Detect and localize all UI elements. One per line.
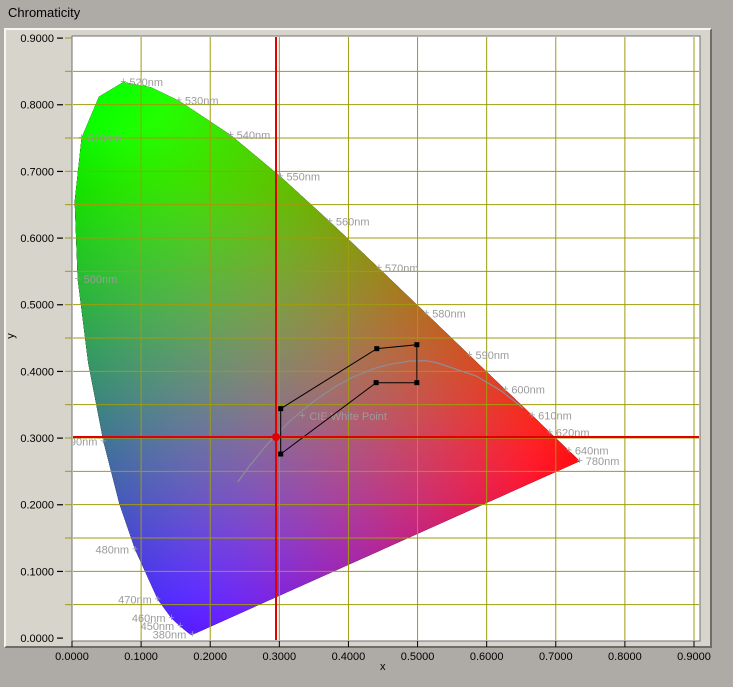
bin-vertex-marker xyxy=(374,346,379,351)
x-tick-label: 0.8000 xyxy=(608,651,642,663)
wavelength-marker-icon: + xyxy=(577,455,583,467)
y-tick xyxy=(57,504,63,505)
wavelength-marker-icon: + xyxy=(189,629,195,641)
wavelength-label-540nm: 540nm xyxy=(237,130,271,142)
y-tick-label: 0.7000 xyxy=(20,166,54,178)
wavelength-label-510nm: 510nm xyxy=(88,133,122,145)
y-tick-label: 0.4000 xyxy=(20,366,54,378)
wavelength-label-590nm: 590nm xyxy=(476,350,510,362)
wavelength-label-550nm: 550nm xyxy=(286,171,320,183)
y-tick-label: 0.0000 xyxy=(20,633,54,645)
y-tick xyxy=(57,104,63,105)
x-tick-label: 0.0000 xyxy=(55,651,89,663)
y-tick xyxy=(57,171,63,172)
bin-vertex-marker xyxy=(374,380,379,385)
wavelength-marker-icon: + xyxy=(423,308,429,320)
x-tick-label: 0.3000 xyxy=(263,651,297,663)
wavelength-marker-icon: + xyxy=(132,544,138,556)
white-point-label: CIE White Point xyxy=(309,411,387,423)
wavelength-marker-icon: + xyxy=(327,216,333,228)
wavelength-label-480nm: 480nm xyxy=(95,545,129,557)
y-axis-title: y xyxy=(5,333,17,339)
wavelength-label-780nm: 780nm xyxy=(586,456,620,468)
wavelength-marker-icon: + xyxy=(120,76,126,88)
wavelength-marker-icon: + xyxy=(78,132,84,144)
x-tick-label: 0.7000 xyxy=(539,651,573,663)
y-tick-label: 0.6000 xyxy=(20,233,54,245)
x-tick-label: 0.9000 xyxy=(677,651,711,663)
wavelength-marker-icon: + xyxy=(177,620,183,632)
wavelength-label-560nm: 560nm xyxy=(336,217,370,229)
x-tick-label: 0.1000 xyxy=(124,651,158,663)
y-tick-label: 0.3000 xyxy=(20,433,54,445)
wavelength-marker-icon: + xyxy=(155,593,161,605)
x-axis-title: x xyxy=(380,661,386,673)
wavelength-label-470nm: 470nm xyxy=(118,594,152,606)
wavelength-marker-icon: + xyxy=(466,349,472,361)
y-tick-label: 0.1000 xyxy=(20,566,54,578)
white-point: + CIE White Point xyxy=(299,410,387,423)
wavelength-marker-icon: + xyxy=(168,612,174,624)
y-tick xyxy=(57,438,63,439)
bin-vertex-marker xyxy=(278,406,283,411)
x-tick-label: 0.4000 xyxy=(332,651,366,663)
y-tick-label: 0.8000 xyxy=(20,100,54,112)
y-tick-label: 0.9000 xyxy=(20,33,54,45)
y-tick xyxy=(57,38,63,39)
wavelength-marker-icon: + xyxy=(74,273,80,285)
measurement-point xyxy=(272,433,280,441)
x-tick-label: 0.2000 xyxy=(193,651,227,663)
wavelength-marker-icon: + xyxy=(502,384,508,396)
x-tick-label: 0.6000 xyxy=(470,651,504,663)
wavelength-marker-icon: + xyxy=(529,409,535,421)
wavelength-marker-icon: + xyxy=(227,129,233,141)
wavelength-marker-icon: + xyxy=(277,170,283,182)
wavelength-label-500nm: 500nm xyxy=(84,274,118,286)
y-tick-label: 0.2000 xyxy=(20,500,54,512)
bin-vertex-marker xyxy=(414,380,419,385)
wavelength-label-580nm: 580nm xyxy=(432,309,466,321)
wavelength-label-460nm: 460nm xyxy=(132,613,166,625)
wavelength-label-520nm: 520nm xyxy=(129,77,163,89)
wavelength-label-600nm: 600nm xyxy=(511,385,545,397)
wavelength-marker-icon: + xyxy=(566,445,572,457)
chromaticity-chart: +380nm+450nm+460nm+470nm+480nm+490nm+500… xyxy=(0,0,733,687)
y-tick-label: 0.5000 xyxy=(20,300,54,312)
y-tick xyxy=(57,304,63,305)
white-point-marker-icon: + xyxy=(299,410,305,422)
wavelength-marker-icon: + xyxy=(376,262,382,274)
bin-vertex-marker xyxy=(414,342,419,347)
wavelength-label-610nm: 610nm xyxy=(538,410,572,422)
wavelength-label-570nm: 570nm xyxy=(385,263,419,275)
y-tick xyxy=(57,571,63,572)
wavelength-marker-icon: + xyxy=(176,95,182,107)
y-tick xyxy=(57,238,63,239)
y-tick xyxy=(57,638,63,639)
wavelength-label-530nm: 530nm xyxy=(185,96,219,108)
y-tick xyxy=(57,371,63,372)
x-tick-label: 0.5000 xyxy=(401,651,435,663)
bin-vertex-marker xyxy=(278,452,283,457)
